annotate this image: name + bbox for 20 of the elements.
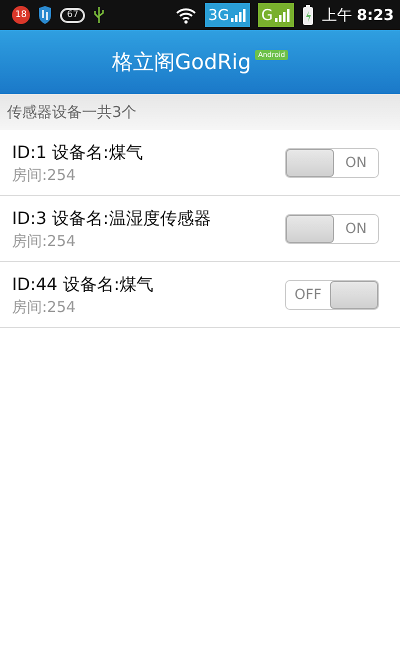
toggle-switch[interactable]: ON xyxy=(285,148,379,178)
notification-badge: 18 xyxy=(12,6,30,24)
app-title: 格立阁GodRig xyxy=(112,49,252,76)
device-room: 房间:254 xyxy=(12,232,77,250)
shield-icon xyxy=(38,6,52,24)
pill-icon: 67 xyxy=(60,8,86,22)
device-title: ID:1 设备名:煤气 xyxy=(12,142,144,164)
battery-icon xyxy=(302,4,314,26)
device-room: 房间:254 xyxy=(12,298,77,316)
device-room: 房间:254 xyxy=(12,166,77,184)
wifi-icon xyxy=(175,6,198,24)
clock: 上午 8:23 xyxy=(322,6,394,24)
device-title: ID:44 设备名:煤气 xyxy=(12,274,155,296)
device-title: ID:3 设备名:温湿度传感器 xyxy=(12,208,212,230)
toggle-switch[interactable]: ON xyxy=(285,214,379,244)
toggle-switch[interactable]: OFF xyxy=(285,280,379,310)
section-header: 传感器设备一共3个 xyxy=(0,94,400,130)
network-signal-icon: 3G xyxy=(205,3,250,27)
network-signal-icon: G xyxy=(258,3,294,27)
usb-icon xyxy=(93,6,106,24)
